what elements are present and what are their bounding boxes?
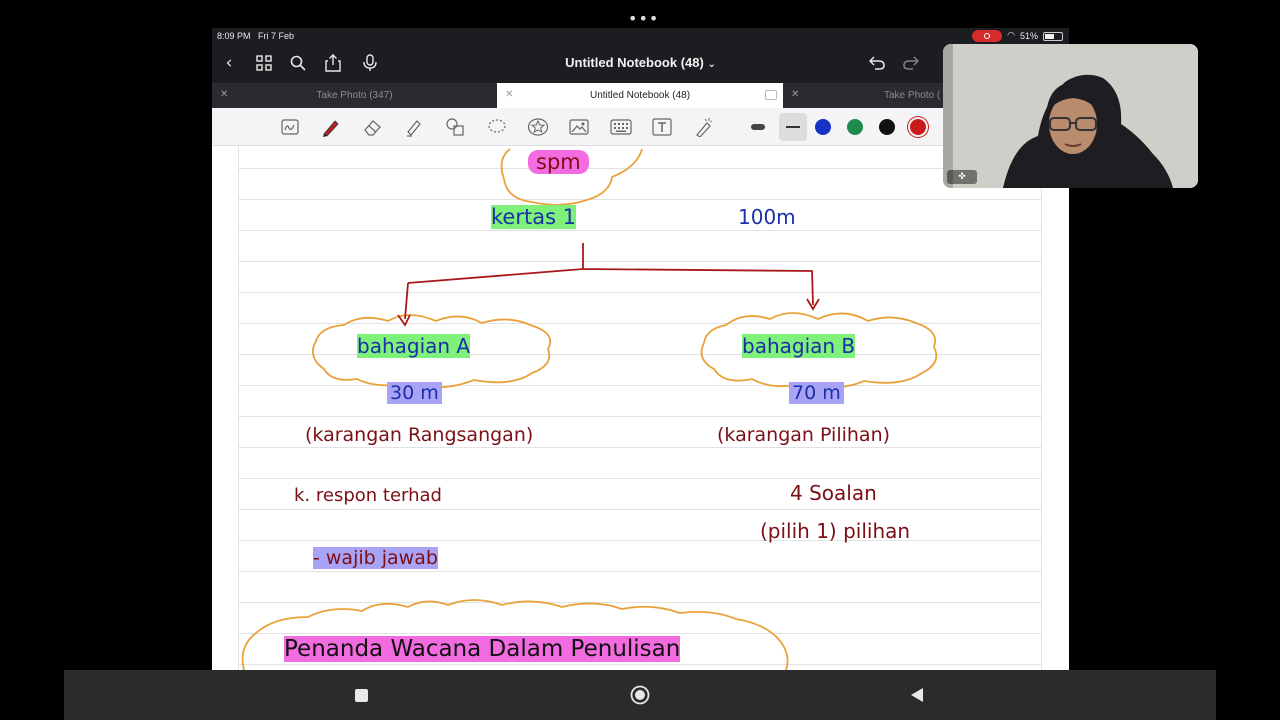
color-swatch-green[interactable]: [847, 119, 863, 135]
note-spm: spm: [528, 150, 589, 174]
handwritten-drawing: [241, 148, 938, 670]
drawing-toolbar: [212, 108, 1069, 146]
multitask-dots-icon[interactable]: •••: [628, 9, 659, 28]
image-icon[interactable]: [568, 116, 590, 138]
recents-icon[interactable]: [351, 685, 371, 705]
home-icon[interactable]: [630, 685, 650, 705]
tab-untitled-notebook[interactable]: ✕ Untitled Notebook (48): [497, 83, 783, 108]
redo-icon[interactable]: [900, 52, 922, 74]
undo-icon[interactable]: [866, 52, 888, 74]
highlighter-icon[interactable]: [403, 116, 425, 138]
laser-pointer-icon[interactable]: [692, 116, 714, 138]
status-bar: 8:09 PM Fri 7 Feb ◠ 51%: [212, 28, 1069, 44]
split-view-icon[interactable]: [765, 90, 777, 100]
webcam-overlay: ✜: [943, 44, 1198, 188]
battery-icon: [1043, 31, 1063, 41]
note-penanda: Penanda Wacana Dalam Penulisan: [284, 636, 681, 662]
close-tab-icon[interactable]: ✕: [505, 89, 513, 100]
shape-icon[interactable]: [444, 116, 466, 138]
note-pilih: (pilih 1) pilihan: [760, 519, 911, 543]
color-swatch-black[interactable]: [879, 119, 895, 135]
sticker-icon[interactable]: [527, 116, 549, 138]
arrow-head-a: [397, 314, 411, 327]
recording-icon: [972, 30, 1003, 42]
tab-bar: ✕ Take Photo (347) ✕ Untitled Notebook (…: [212, 83, 1069, 108]
color-swatch-blue[interactable]: [815, 119, 831, 135]
stroke-thin-icon[interactable]: [747, 116, 769, 138]
tab-take-photo-347[interactable]: ✕ Take Photo (347): [212, 83, 497, 108]
screen-recording-frame: ••• 8:09 PM Fri 7 Feb ◠ 51% ‹ Untitled N…: [0, 0, 1280, 720]
note-marks-b: 70 m: [789, 382, 844, 404]
stroke-thick-icon[interactable]: [779, 113, 807, 141]
note-karangan-a: (karangan Rangsangan): [305, 424, 534, 446]
note-bahagian-b: bahagian B: [742, 334, 856, 358]
pin-icon[interactable]: ✜: [947, 170, 977, 184]
note-karangan-b: (karangan Pilihan): [717, 424, 891, 446]
presenter-video-icon: [943, 44, 1198, 188]
pen-icon[interactable]: [320, 116, 342, 138]
navigation-bar: ‹ Untitled Notebook (48) ⌄: [212, 48, 1069, 78]
status-time: 8:09 PM Fri 7 Feb: [217, 31, 295, 41]
note-marks-a: 30 m: [387, 382, 442, 404]
note-marks-total: 100m: [738, 205, 796, 229]
note-respon: k. respon terhad: [294, 485, 442, 506]
note-bahagian-a: bahagian A: [357, 334, 471, 358]
note-wajib: - wajib jawab: [313, 547, 438, 569]
wifi-icon: ◠: [1007, 31, 1015, 41]
text-box-icon[interactable]: [651, 116, 673, 138]
handwriting-icon[interactable]: [279, 116, 301, 138]
notebook-title[interactable]: Untitled Notebook (48) ⌄: [212, 55, 1069, 70]
status-right: ◠ 51%: [972, 30, 1063, 42]
app-top-bar: 8:09 PM Fri 7 Feb ◠ 51% ‹ Untitled Noteb…: [212, 28, 1069, 108]
close-tab-icon[interactable]: ✕: [220, 89, 228, 100]
ipad-screen: 8:09 PM Fri 7 Feb ◠ 51% ‹ Untitled Noteb…: [212, 28, 1069, 670]
close-tab-icon[interactable]: ✕: [791, 89, 799, 100]
lasso-icon[interactable]: [486, 116, 508, 138]
battery-percent: 51%: [1019, 31, 1038, 41]
keyboard-icon[interactable]: [610, 116, 632, 138]
tree-connector: [404, 243, 814, 320]
note-kertas: kertas 1: [491, 205, 577, 229]
android-nav-bar: [64, 670, 1216, 720]
notebook-page[interactable]: spm kertas 1 100m bahagian A bahagian B …: [212, 147, 1069, 670]
eraser-icon[interactable]: [362, 116, 384, 138]
note-soalan: 4 Soalan: [790, 481, 877, 505]
back-icon[interactable]: [907, 685, 927, 705]
color-swatch-red-selected[interactable]: [910, 119, 926, 135]
